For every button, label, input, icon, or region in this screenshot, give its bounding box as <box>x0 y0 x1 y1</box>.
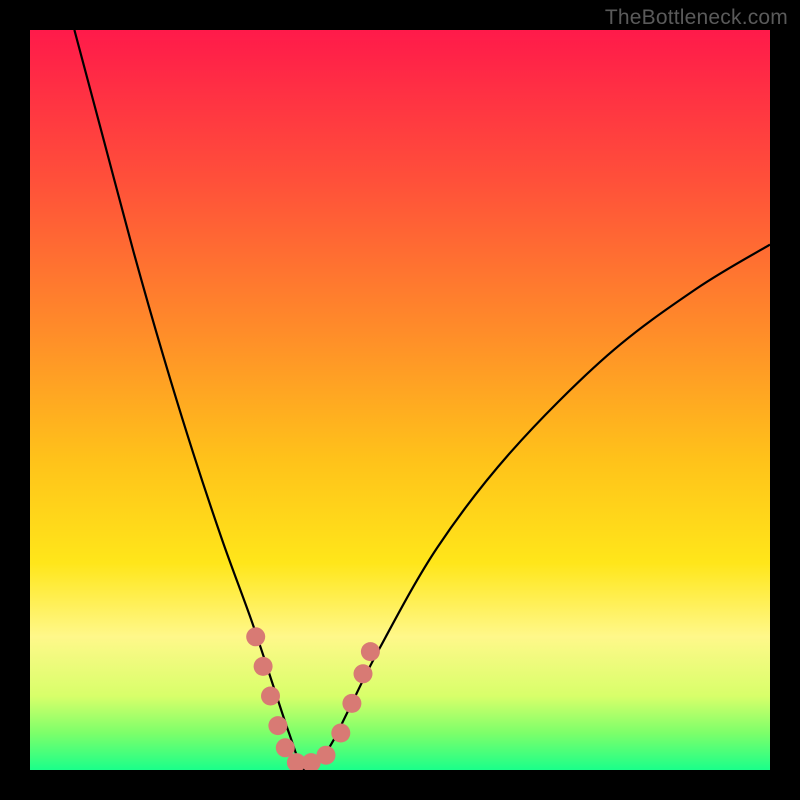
marker-dot <box>342 694 361 713</box>
marker-dot <box>246 627 265 646</box>
marker-dot <box>361 642 380 661</box>
plot-area <box>30 30 770 770</box>
marker-dot <box>317 746 336 765</box>
bottleneck-curve <box>74 30 770 770</box>
marker-dot <box>331 724 350 743</box>
marker-dots-group <box>246 627 380 770</box>
curve-layer <box>30 30 770 770</box>
marker-dot <box>261 687 280 706</box>
marker-dot <box>254 657 273 676</box>
marker-dot <box>268 716 287 735</box>
watermark-text: TheBottleneck.com <box>605 6 788 30</box>
marker-dot <box>354 664 373 683</box>
